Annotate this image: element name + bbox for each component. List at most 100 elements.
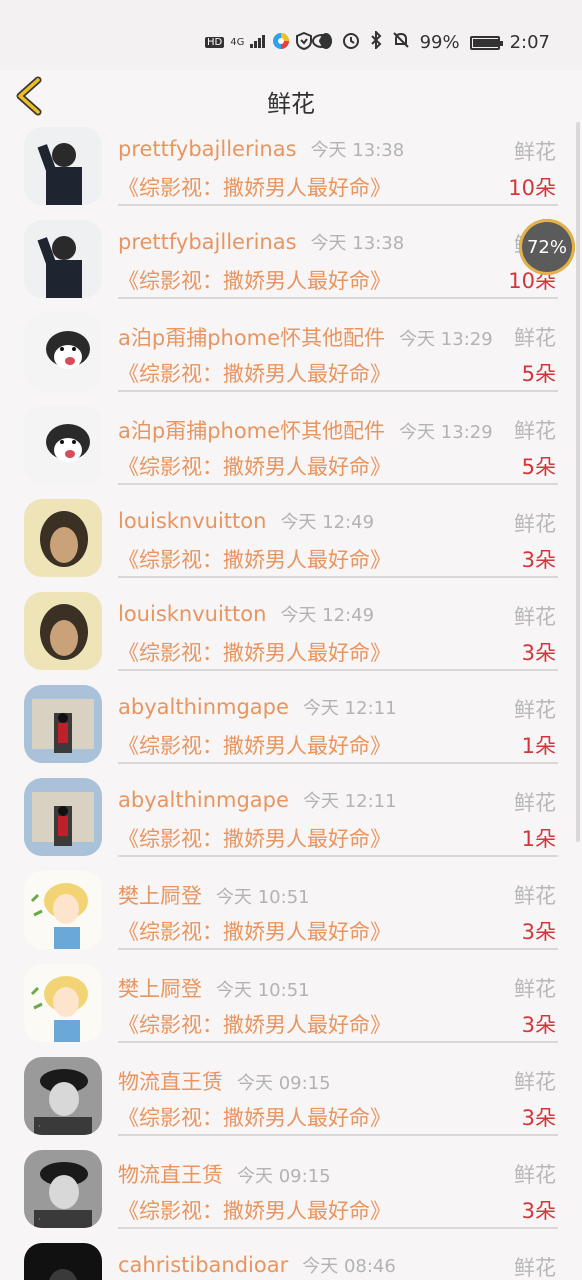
username[interactable]: prettfybajllerinas (118, 230, 297, 254)
avatar[interactable] (24, 778, 102, 856)
gift-type: 鲜花 (514, 791, 556, 815)
mute-bell-icon (392, 31, 410, 54)
list-item[interactable]: 樊上屙登 今天 10:51 鲜花 《综影视：撒娇男人最好命》 3朵 (0, 957, 582, 1050)
divider (118, 1041, 558, 1043)
book-title[interactable]: 《综影视：撒娇男人最好命》 (118, 358, 391, 388)
flower-count: 3朵 (521, 548, 556, 572)
avatar[interactable] (24, 313, 102, 391)
svg-text:·: · (38, 1215, 41, 1225)
username[interactable]: abyalthinmgape (118, 788, 289, 812)
username[interactable]: 物流直王赁 (118, 1070, 223, 1094)
gift-type: 鲜花 (514, 1163, 556, 1187)
divider (118, 1134, 558, 1136)
book-title[interactable]: 《综影视：撒娇男人最好命》 (118, 1009, 391, 1039)
divider (118, 297, 558, 299)
book-title[interactable]: 《综影视：撒娇男人最好命》 (118, 544, 391, 574)
username-line: a泊p甭捕phome怀其他配件 今天 13:29 (118, 322, 493, 352)
username[interactable]: prettfybajllerinas (118, 137, 297, 161)
floating-progress-badge[interactable]: 72% (519, 219, 575, 275)
shield-icon (296, 31, 313, 53)
bluetooth-icon (370, 29, 382, 54)
username-line: 樊上屙登 今天 10:51 (118, 973, 310, 1003)
avatar[interactable] (24, 127, 102, 205)
username-line: prettfybajllerinas 今天 13:38 (118, 136, 404, 162)
list-item[interactable]: louisknvuitton 今天 12:49 鲜花《综影视：撒娇男人最好命》 3朵 (0, 585, 582, 678)
header-bar: 鲜花 (0, 70, 582, 120)
timestamp: 今天 12:11 (302, 791, 397, 812)
list-item[interactable]: · 物流直王赁 今天 09:15 鲜花 《综影视：撒娇男人最好命》 3朵 (0, 1050, 582, 1143)
avatar[interactable] (24, 685, 102, 763)
divider (118, 855, 558, 857)
avatar[interactable] (24, 592, 102, 670)
avatar[interactable] (24, 1243, 102, 1280)
book-title[interactable]: 《综影视：撒娇男人最好命》 (118, 823, 391, 853)
eye-icon (311, 32, 332, 53)
gift-type: 鲜花 (514, 512, 556, 536)
flower-list[interactable]: prettfybajllerinas 今天 13:38 鲜花 《综影视：撒娇男人最好命… (0, 120, 582, 1280)
timestamp: 今天 13:38 (310, 140, 405, 161)
page-title: 鲜花 (267, 90, 315, 118)
divider (118, 948, 558, 950)
username[interactable]: cahristibandioar (118, 1253, 288, 1277)
flower-count: 3朵 (521, 1199, 556, 1223)
alarm-icon (342, 31, 360, 54)
book-title[interactable]: 《综影视：撒娇男人最好命》 (118, 916, 391, 946)
avatar[interactable] (24, 406, 102, 484)
avatar[interactable] (24, 499, 102, 577)
book-title[interactable]: 《综影视：撒娇男人最好命》 (118, 637, 391, 667)
list-item[interactable]: a泊p甭捕phome怀其他配件 今天 13:29 鲜花 《综影视：撒娇男人最好命》 5朵 (0, 399, 582, 492)
list-item[interactable]: a泊p甭捕phome怀其他配件 今天 13:29 鲜花 《综影视：撒娇男人最好命》 5朵 (0, 306, 582, 399)
timestamp: 今天 09:15 (237, 1166, 331, 1187)
flower-count: 3朵 (521, 641, 556, 665)
scrollbar[interactable] (576, 122, 580, 842)
list-item[interactable]: cahristibandioar 今天 08:46 鲜花 (0, 1236, 582, 1280)
flower-count: 5朵 (521, 455, 556, 479)
gift-type: 鲜花 (514, 605, 556, 629)
list-item[interactable]: abyalthinmgape 今天 12:11 鲜花《综影视：撒娇男人最好命》 1朵 (0, 678, 582, 771)
list-item[interactable]: prettfybajllerinas今天 13:38鲜花《综影视：撒娇男人最好命… (0, 120, 582, 213)
username[interactable]: louisknvuitton (118, 602, 266, 626)
book-title[interactable]: 《综影视：撒娇男人最好命》 (118, 451, 391, 481)
avatar[interactable]: · (24, 1150, 102, 1228)
username[interactable]: louisknvuitton (118, 509, 266, 533)
timestamp: 今天 13:38 (310, 233, 405, 254)
divider (118, 204, 558, 206)
username[interactable]: a泊p甭捕phome怀其他配件 (118, 419, 385, 443)
book-title[interactable]: 《综影视：撒娇男人最好命》 (118, 730, 391, 760)
flower-count: 1朵 (521, 734, 556, 758)
timestamp: 今天 13:29 (399, 422, 493, 443)
book-title[interactable]: 《综影视：撒娇男人最好命》 (118, 1102, 391, 1132)
flower-count: 3朵 (521, 1106, 556, 1130)
list-item[interactable]: prettfybajllerinas今天 13:38鲜花《综影视：撒娇男人最好命… (0, 213, 582, 306)
flower-count: 3朵 (521, 920, 556, 944)
timestamp: 今天 12:11 (302, 698, 397, 719)
username-line: a泊p甭捕phome怀其他配件 今天 13:29 (118, 415, 493, 445)
username-line: abyalthinmgape 今天 12:11 (118, 787, 397, 813)
timestamp: 今天 12:49 (280, 605, 375, 626)
username[interactable]: a泊p甭捕phome怀其他配件 (118, 326, 385, 350)
list-item[interactable]: louisknvuitton 今天 12:49 鲜花《综影视：撒娇男人最好命》 3朵 (0, 492, 582, 585)
list-item[interactable]: abyalthinmgape 今天 12:11 鲜花 《综影视：撒娇男人最好命》 1朵 (0, 771, 582, 864)
username[interactable]: 物流直王赁 (118, 1163, 223, 1187)
battery-icon (469, 35, 503, 50)
avatar[interactable] (24, 964, 102, 1042)
username[interactable]: 樊上屙登 (118, 977, 202, 1001)
list-item[interactable]: 樊上屙登 今天 10:51 鲜花 《综影视：撒娇男人最好命》 3朵 (0, 864, 582, 957)
avatar[interactable]: · (24, 1057, 102, 1135)
username-line: louisknvuitton 今天 12:49 (118, 601, 374, 627)
book-title[interactable]: 《综影视：撒娇男人最好命》 (118, 265, 391, 295)
gift-type: 鲜花 (514, 1256, 556, 1280)
divider (118, 762, 558, 764)
gift-type: 鲜花 (514, 1070, 556, 1094)
flower-count: 5朵 (521, 362, 556, 386)
gift-type: 鲜花 (514, 698, 556, 722)
avatar[interactable] (24, 220, 102, 298)
username[interactable]: abyalthinmgape (118, 695, 289, 719)
status-right-icons: 99% 2:07 (311, 29, 550, 54)
list-item[interactable]: · 物流直王赁 今天 09:15 鲜花《综影视：撒娇男人最好命》 3朵 (0, 1143, 582, 1236)
book-title[interactable]: 《综影视：撒娇男人最好命》 (118, 1195, 391, 1225)
timestamp: 今天 12:49 (280, 512, 375, 533)
book-title[interactable]: 《综影视：撒娇男人最好命》 (118, 172, 391, 202)
username[interactable]: 樊上屙登 (118, 884, 202, 908)
avatar[interactable] (24, 871, 102, 949)
